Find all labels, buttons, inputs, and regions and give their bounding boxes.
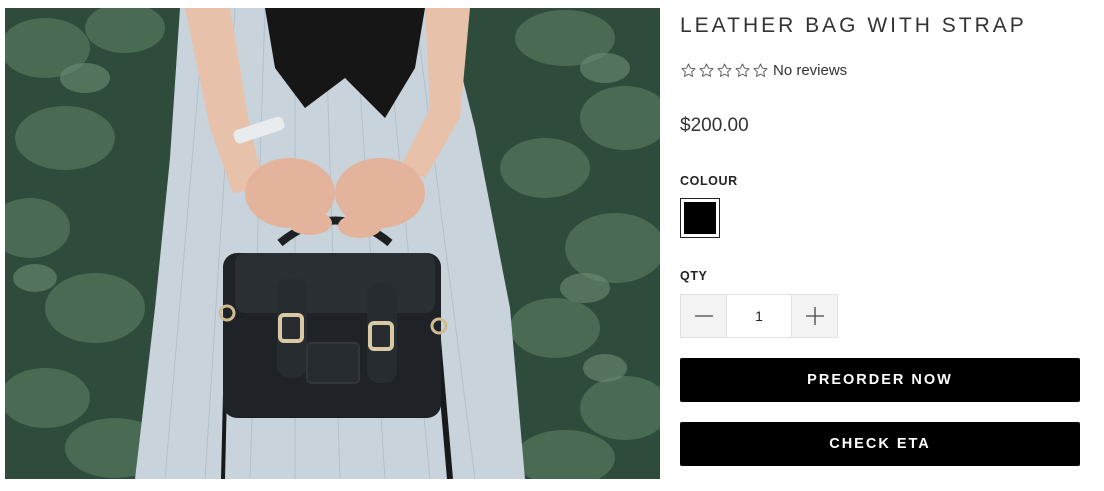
qty-increase-button[interactable] <box>792 295 837 337</box>
product-photo <box>5 8 660 479</box>
product-image[interactable] <box>5 8 660 479</box>
preorder-now-button[interactable]: PREORDER NOW <box>680 358 1080 402</box>
star-outline-icon <box>717 63 732 77</box>
star-outline-icon <box>735 63 750 77</box>
product-info-panel: LEATHER BAG WITH STRAP No reviews $200.0… <box>680 0 1080 491</box>
star-outline-icon <box>699 63 714 77</box>
rating-stars <box>680 62 769 79</box>
product-rating[interactable]: No reviews <box>680 62 847 79</box>
minus-icon <box>694 315 713 317</box>
qty-label: QTY <box>680 269 708 283</box>
check-eta-button[interactable]: CHECK ETA <box>680 422 1080 466</box>
colour-swatch-black[interactable] <box>680 198 720 238</box>
qty-input[interactable] <box>726 295 792 337</box>
swatch-fill <box>684 202 716 234</box>
quantity-stepper <box>680 294 838 338</box>
colour-label: COLOUR <box>680 174 738 188</box>
product-title: LEATHER BAG WITH STRAP <box>680 14 1027 37</box>
qty-decrease-button[interactable] <box>681 295 726 337</box>
star-outline-icon <box>753 63 768 77</box>
star-outline-icon <box>681 63 696 77</box>
plus-icon <box>805 307 824 325</box>
reviews-count[interactable]: No reviews <box>773 62 847 79</box>
product-price: $200.00 <box>680 115 749 136</box>
